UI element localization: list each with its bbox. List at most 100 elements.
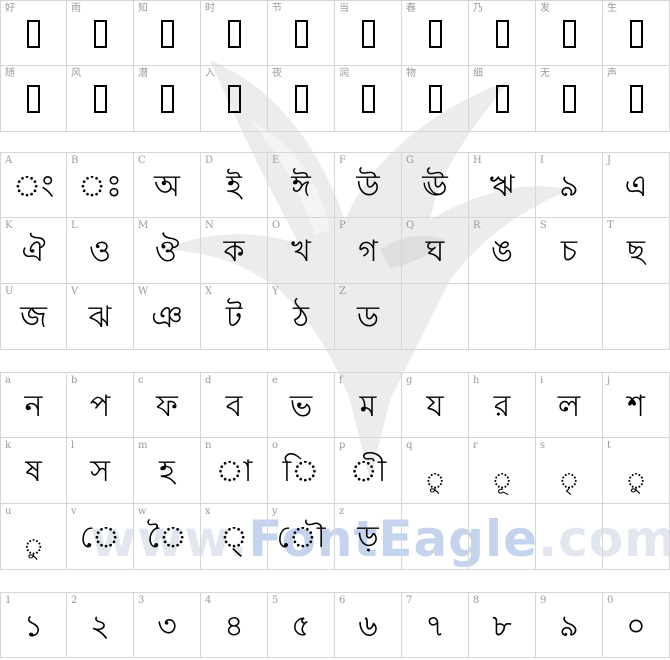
missing-glyph-box [67, 15, 133, 51]
key-label: 8 [473, 595, 480, 606]
glyph-cell: Gঊ [402, 152, 469, 218]
glyph-cell: 节 [268, 0, 335, 66]
key-label: 声 [607, 68, 617, 79]
key-label: I [540, 155, 544, 166]
glyph-sample: ল [557, 389, 581, 424]
glyph-cell: cফ [134, 372, 201, 438]
glyph-row: aনbপcফdবeভfমgযhরiলjশ [0, 372, 670, 438]
key-label: Q [406, 220, 415, 231]
glyph-cell [603, 284, 670, 350]
missing-glyph-icon [27, 19, 40, 48]
glyph-cell: eভ [268, 372, 335, 438]
key-label: m [138, 440, 148, 451]
key-label: N [205, 220, 214, 231]
glyph-cell: x্ [201, 504, 268, 570]
missing-glyph-box [268, 80, 334, 116]
glyph-sample: ১ [23, 609, 44, 644]
glyph-sample: ঃ [77, 169, 123, 204]
glyph-cell: aন [0, 372, 67, 438]
key-label: L [71, 220, 78, 231]
key-label: t [607, 440, 612, 451]
missing-glyph-icon [361, 19, 375, 48]
key-label: 2 [71, 595, 78, 606]
glyph-cell: 好 [0, 0, 67, 66]
key-label: F [339, 155, 346, 166]
missing-glyph-icon [93, 84, 107, 113]
glyph-sample: ও [88, 234, 112, 269]
glyph-sample: ফ [156, 389, 178, 424]
glyph-cell [469, 284, 536, 350]
missing-glyph-box [201, 80, 267, 116]
missing-glyph-icon [428, 84, 442, 113]
key-label: 发 [540, 3, 550, 14]
key-label: w [138, 506, 147, 517]
glyph-cell: uু [0, 504, 67, 570]
missing-glyph-icon [428, 19, 442, 48]
glyph-cell [603, 504, 670, 570]
glyph-cell: Cঅ [134, 152, 201, 218]
glyph-cell: 3৩ [134, 592, 201, 658]
glyph-sample: গ [358, 234, 378, 269]
glyph-cell: pী [335, 438, 402, 504]
glyph-sample: ৫ [291, 609, 311, 644]
glyph-cell: rূ [469, 438, 536, 504]
key-label: 入 [205, 68, 215, 79]
glyph-cell: tু [603, 438, 670, 504]
key-label: v [71, 506, 77, 517]
glyph-row: UজVঝWঞXটYঠZড [0, 284, 670, 350]
key-label: P [339, 220, 346, 231]
key-label: E [272, 155, 280, 166]
glyph-sample: ভ [289, 389, 313, 424]
glyph-sample: ন [24, 389, 43, 424]
glyph-sample: প [89, 389, 111, 424]
glyph-sample: ্ [219, 520, 249, 555]
glyph-sample: ঔ [154, 234, 180, 269]
key-label: 当 [339, 3, 349, 14]
key-label: 随 [5, 68, 15, 79]
key-label: C [138, 155, 146, 166]
glyph-sample: ঈ [291, 169, 311, 204]
missing-glyph-box [603, 80, 669, 116]
glyph-sample: ই [226, 169, 242, 204]
glyph-sample: ি [282, 454, 320, 489]
glyph-sample: ৃ [558, 469, 580, 494]
glyph-sample: হ [159, 454, 175, 489]
key-label: c [138, 375, 144, 386]
missing-glyph-icon [495, 19, 509, 48]
missing-glyph-box [603, 15, 669, 51]
glyph-cell: 风 [67, 66, 134, 132]
missing-glyph-box [469, 80, 535, 116]
glyph-cell: 物 [402, 66, 469, 132]
glyph-cell: 2২ [67, 592, 134, 658]
key-label: x [205, 506, 211, 517]
glyph-row: 随风潜入夜润物细无声 [0, 66, 670, 132]
key-label: U [5, 286, 14, 297]
glyph-cell: Wঞ [134, 284, 201, 350]
glyph-sample: চ [560, 234, 578, 269]
glyph-cell: Vঝ [67, 284, 134, 350]
key-label: d [205, 375, 212, 386]
key-label: 生 [607, 3, 617, 14]
missing-glyph-box [335, 80, 401, 116]
glyph-sample: অ [154, 169, 180, 204]
glyph-cell: 0০ [603, 592, 670, 658]
glyph-sample: স [90, 454, 110, 489]
glyph-sample: ২ [90, 609, 110, 644]
key-label: 风 [71, 68, 81, 79]
key-label: J [607, 155, 612, 166]
glyph-sample: ঋ [489, 169, 515, 204]
key-label: 4 [205, 595, 212, 606]
glyph-cell: 6৬ [335, 592, 402, 658]
key-label: 夜 [272, 68, 282, 79]
glyph-cell: 时 [201, 0, 268, 66]
glyph-sample: ূ [491, 469, 513, 494]
missing-glyph-icon [495, 84, 509, 113]
glyph-cell: Rঙ [469, 218, 536, 284]
glyph-sample: ু [23, 535, 44, 560]
key-label: B [71, 155, 79, 166]
glyph-cell: Uজ [0, 284, 67, 350]
glyph-cell: hর [469, 372, 536, 438]
key-label: q [406, 440, 413, 451]
missing-glyph-icon [629, 84, 643, 113]
glyph-cell: Tছ [603, 218, 670, 284]
